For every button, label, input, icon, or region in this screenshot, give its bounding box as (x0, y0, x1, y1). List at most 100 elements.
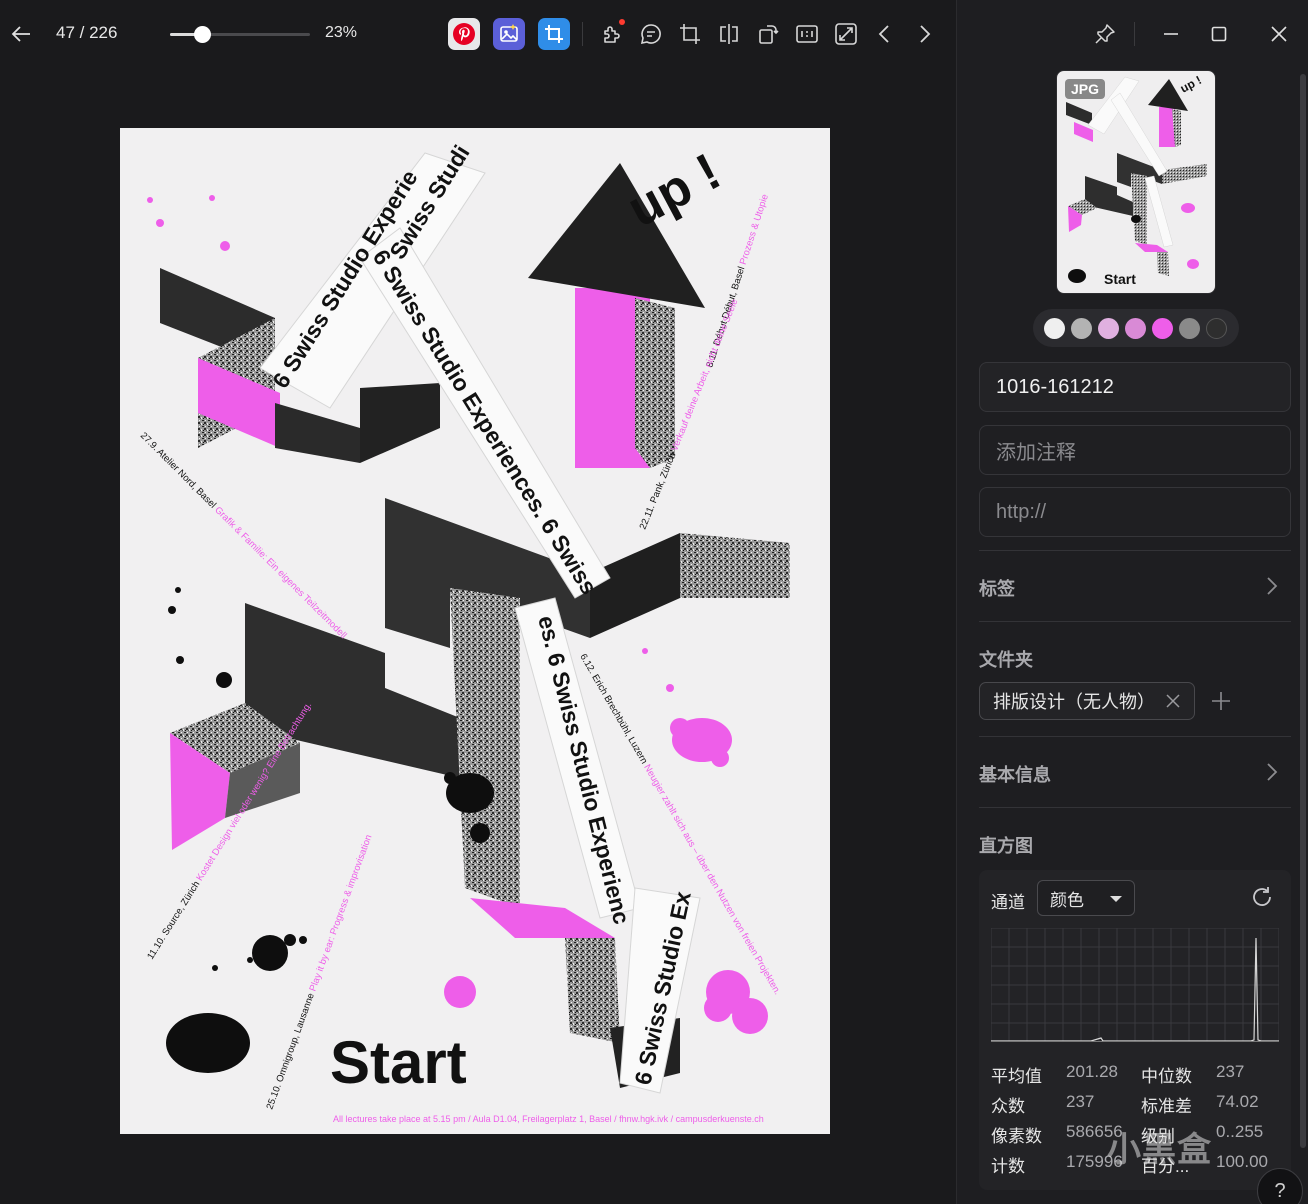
help-button[interactable]: ? (1257, 1168, 1303, 1204)
panel-scrollbar[interactable] (1300, 74, 1306, 1148)
stat-value: 201.28 (1066, 1062, 1118, 1081)
url-placeholder: http:// (996, 500, 1047, 523)
url-field[interactable]: http:// (979, 487, 1291, 537)
filename-field[interactable]: 1016-161212 (979, 362, 1291, 412)
color-palette (1033, 309, 1239, 347)
pinterest-extension-button[interactable] (448, 18, 480, 50)
previous-image-button[interactable] (870, 19, 900, 49)
tags-title: 标签 (979, 579, 1015, 599)
stat-label: 众数 (991, 1097, 1025, 1116)
minimize-icon (1164, 33, 1178, 35)
dropdown-caret-icon (1110, 896, 1122, 902)
thumbnail-artwork: up ! Start (1066, 73, 1207, 287)
histogram-grid (991, 928, 1279, 1042)
watermark-text: 小黑盒 (1107, 1131, 1212, 1169)
inspector-panel: up ! Start JPG 1016-161212 添加注释 http:// … (956, 0, 1308, 1204)
stat-value: 0..255 (1216, 1122, 1264, 1141)
folder-title: 文件夹 (979, 650, 1033, 670)
add-folder-icon[interactable] (1209, 689, 1233, 713)
annotation-placeholder: 添加注释 (996, 441, 1076, 464)
zoom-slider[interactable] (170, 26, 310, 43)
crop-button[interactable] (675, 19, 705, 49)
stat-label: 平均值 (991, 1067, 1042, 1086)
word-start: Start (330, 1029, 467, 1096)
flip-button[interactable] (714, 19, 744, 49)
magenta-face (470, 898, 615, 938)
viewer-toolbar: 47 / 226 23% (0, 0, 956, 68)
stat-label: 中位数 (1141, 1067, 1192, 1086)
stat-value: 74.02 (1216, 1092, 1259, 1111)
color-swatch[interactable] (1044, 317, 1065, 339)
maximize-icon (1211, 26, 1227, 42)
color-swatch[interactable] (1125, 317, 1146, 339)
fit-screen-button[interactable] (831, 19, 861, 49)
refresh-icon[interactable] (1249, 884, 1275, 910)
lecture-topic: Prozess & Utopie (738, 193, 771, 266)
histogram-stat: 标准差 74.02 (1141, 1092, 1259, 1117)
image-extension-button[interactable] (493, 18, 525, 50)
notification-dot (619, 19, 625, 25)
textured-face (635, 298, 675, 468)
rotate-button[interactable] (753, 19, 783, 49)
zigzag-face (590, 533, 680, 638)
remove-folder-icon[interactable] (1164, 692, 1182, 710)
color-swatch[interactable] (1071, 317, 1092, 339)
color-swatch[interactable] (1179, 317, 1200, 339)
chevron-left-icon (878, 25, 889, 43)
crop-extension-button[interactable] (538, 18, 570, 50)
minimize-button[interactable] (1155, 18, 1187, 50)
histogram-stat: 计数 175996 (991, 1152, 1123, 1177)
histogram-stat: 像素数 586656 (991, 1122, 1123, 1147)
back-button[interactable] (6, 19, 36, 49)
plugin-button[interactable] (597, 19, 627, 49)
pin-icon (1095, 24, 1115, 44)
folder-chip[interactable]: 排版设计（无人物） (979, 682, 1195, 720)
close-button[interactable] (1263, 18, 1295, 50)
image-counter: 47 / 226 (56, 23, 118, 42)
poster-artwork: up ! Start 6 Swiss Studio Experie Swiss … (138, 140, 790, 1124)
folder-chip-label: 排版设计（无人物） (993, 692, 1155, 712)
thumbnail-word-start: Start (1104, 271, 1136, 287)
next-image-button[interactable] (909, 19, 939, 49)
image-thumbnail[interactable]: up ! Start JPG (1056, 70, 1216, 294)
lecture-date: 25.10. Omnigroup, Lausanne (264, 992, 316, 1111)
poster-image[interactable]: up ! Start 6 Swiss Studio Experie Swiss … (120, 128, 830, 1134)
top-block (360, 383, 440, 463)
plugin-icon (604, 26, 620, 43)
chevron-right-icon (1267, 577, 1278, 595)
app-window: 47 / 226 23% up ! Start 6 Swiss Studio E… (0, 0, 1308, 1204)
histogram-stat: 中位数 237 (1141, 1062, 1244, 1087)
filename-value: 1016-161212 (996, 375, 1114, 398)
channel-select[interactable]: 颜色 (1037, 880, 1135, 916)
section-divider (979, 550, 1291, 551)
color-swatch[interactable] (1206, 317, 1227, 339)
help-icon: ? (1274, 1179, 1286, 1202)
zoom-slider-thumb[interactable] (194, 26, 212, 43)
poster-footer: All lectures take place at 5.15 pm / Aul… (333, 1114, 764, 1124)
arrow-left-icon (11, 26, 30, 42)
toolbar-separator (582, 22, 583, 46)
section-divider (979, 736, 1291, 737)
flip-icon (720, 24, 738, 44)
histogram-title: 直方图 (979, 836, 1033, 856)
textured-face (565, 938, 620, 1043)
maximize-button[interactable] (1203, 18, 1235, 50)
zoom-percentage: 23% (325, 24, 358, 41)
color-swatch[interactable] (1152, 317, 1173, 339)
stat-value: 237 (1066, 1092, 1095, 1111)
lecture-date: 11.10. Source, Zürich (145, 879, 202, 961)
rotate-icon (759, 25, 779, 44)
basic-info-title: 基本信息 (979, 765, 1051, 785)
stat-value: 100.00 (1216, 1152, 1268, 1171)
color-swatch[interactable] (1098, 317, 1119, 339)
textured-face (680, 533, 790, 598)
stat-label: 像素数 (991, 1127, 1042, 1146)
actual-size-icon (796, 25, 818, 43)
annotation-field[interactable]: 添加注释 (979, 425, 1291, 475)
close-icon (1271, 26, 1287, 42)
actual-size-button[interactable] (792, 19, 822, 49)
crop-icon (680, 24, 700, 44)
pin-button[interactable] (1089, 18, 1121, 50)
histogram-chart (991, 928, 1279, 1042)
comment-button[interactable] (636, 19, 666, 49)
